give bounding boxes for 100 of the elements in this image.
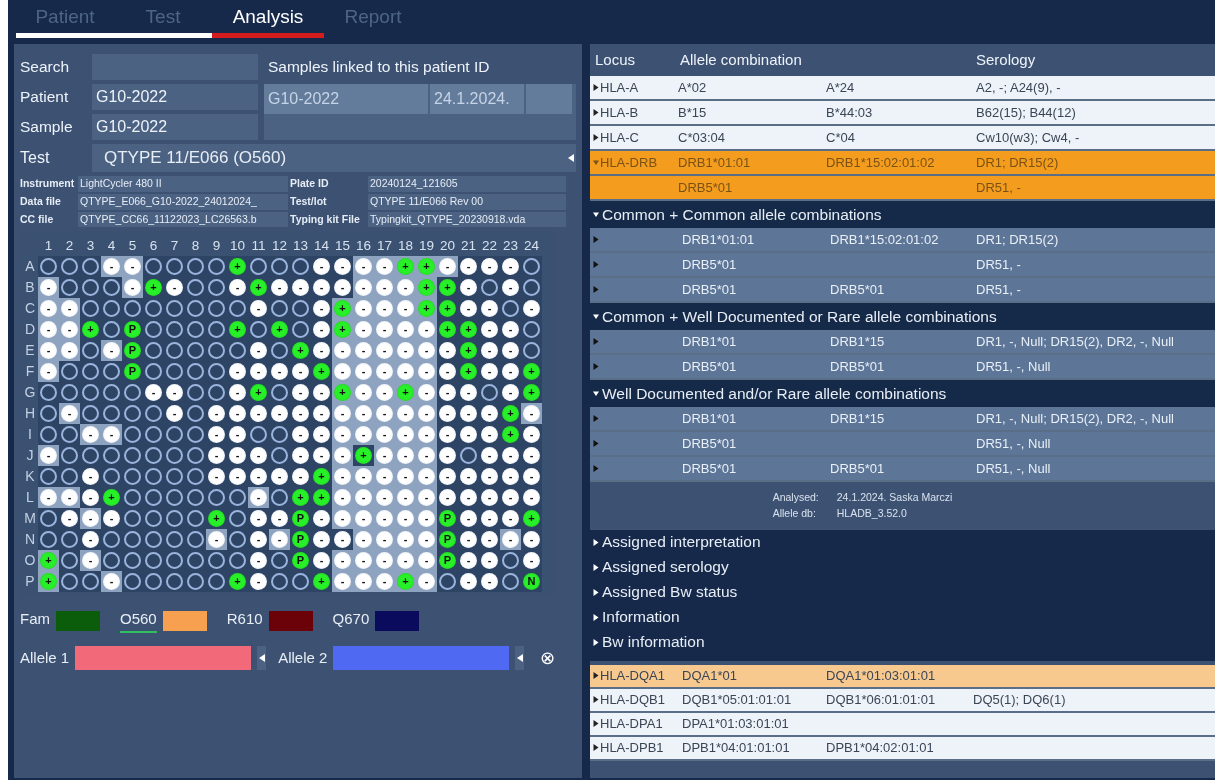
dye-label[interactable]: R610	[226, 608, 263, 633]
well[interactable]: -	[250, 300, 267, 318]
well[interactable]: +	[334, 300, 351, 318]
well[interactable]: -	[355, 489, 372, 507]
well[interactable]: -	[502, 363, 519, 381]
well[interactable]: -	[208, 531, 225, 549]
well[interactable]: -	[292, 468, 309, 486]
well[interactable]: -	[313, 258, 330, 276]
section-title[interactable]: Information	[602, 605, 680, 629]
caret-icon[interactable]	[516, 654, 523, 663]
well[interactable]: -	[502, 342, 519, 360]
well[interactable]: +	[250, 384, 267, 402]
well[interactable]: -	[334, 531, 351, 549]
well[interactable]: +	[145, 279, 162, 297]
well[interactable]: -	[229, 405, 246, 423]
table-row[interactable]: HLA-DPA1 DPA1*01:03:01:01	[590, 712, 1215, 737]
well[interactable]: -	[460, 258, 477, 276]
well[interactable]: -	[355, 426, 372, 444]
well[interactable]: -	[418, 426, 435, 444]
well[interactable]: +	[313, 573, 330, 591]
well[interactable]: -	[523, 489, 540, 507]
patient-field[interactable]: G10-2022	[92, 84, 258, 110]
well[interactable]: +	[418, 300, 435, 318]
table-row[interactable]: HLA-B B*15 B*44:03 B62(15); B44(12)	[590, 101, 1215, 126]
well[interactable]: -	[292, 426, 309, 444]
well[interactable]: -	[376, 552, 393, 570]
well[interactable]: -	[355, 300, 372, 318]
well[interactable]: -	[208, 468, 225, 486]
well[interactable]: -	[250, 510, 267, 528]
well[interactable]: +	[292, 489, 309, 507]
table-row[interactable]: HLA-A A*02 A*24 A2, -; A24(9), -	[590, 76, 1215, 101]
well[interactable]: -	[103, 510, 120, 528]
well[interactable]: P	[124, 363, 141, 381]
well[interactable]: +	[502, 426, 519, 444]
well[interactable]: -	[355, 342, 372, 360]
well[interactable]: +	[103, 489, 120, 507]
well[interactable]: -	[271, 531, 288, 549]
well[interactable]: -	[103, 258, 120, 276]
well[interactable]: +	[460, 321, 477, 339]
well[interactable]: -	[418, 468, 435, 486]
well[interactable]: -	[334, 573, 351, 591]
well[interactable]: +	[292, 342, 309, 360]
well[interactable]: -	[418, 510, 435, 528]
well[interactable]: -	[439, 363, 456, 381]
well[interactable]: -	[271, 279, 288, 297]
well[interactable]: -	[439, 405, 456, 423]
well[interactable]: -	[376, 258, 393, 276]
well[interactable]: -	[418, 321, 435, 339]
well[interactable]: -	[40, 300, 57, 318]
well[interactable]: -	[418, 489, 435, 507]
well[interactable]: -	[376, 510, 393, 528]
well[interactable]: -	[313, 510, 330, 528]
well[interactable]: -	[313, 552, 330, 570]
well[interactable]: -	[397, 321, 414, 339]
well[interactable]: -	[334, 489, 351, 507]
well[interactable]: P	[439, 552, 456, 570]
well[interactable]: -	[376, 300, 393, 318]
well[interactable]: -	[166, 405, 183, 423]
well[interactable]: -	[502, 489, 519, 507]
well[interactable]: -	[418, 363, 435, 381]
well[interactable]: -	[292, 279, 309, 297]
well[interactable]: -	[481, 510, 498, 528]
well[interactable]: -	[334, 510, 351, 528]
well[interactable]: -	[397, 552, 414, 570]
well[interactable]: -	[229, 426, 246, 444]
dye-label[interactable]: Q670	[332, 608, 370, 633]
well[interactable]: -	[229, 279, 246, 297]
well[interactable]: -	[82, 552, 99, 570]
well[interactable]: -	[397, 279, 414, 297]
well[interactable]: -	[418, 342, 435, 360]
collapsed-arrow-icon[interactable]	[593, 744, 599, 751]
well[interactable]: -	[355, 258, 372, 276]
table-row[interactable]: DRB5*01 DR51, -	[590, 253, 1215, 278]
well[interactable]: -	[523, 447, 540, 465]
well[interactable]: -	[481, 363, 498, 381]
well[interactable]: -	[481, 489, 498, 507]
table-row[interactable]: HLA-C C*03:04 C*04 Cw10(w3); Cw4, -	[590, 126, 1215, 151]
well[interactable]: -	[355, 468, 372, 486]
well[interactable]: -	[250, 447, 267, 465]
well[interactable]: +	[82, 321, 99, 339]
well[interactable]: -	[313, 426, 330, 444]
well[interactable]: -	[61, 489, 78, 507]
well[interactable]: -	[166, 384, 183, 402]
well[interactable]: -	[229, 468, 246, 486]
well[interactable]: -	[376, 384, 393, 402]
well[interactable]: P	[124, 342, 141, 360]
well[interactable]: -	[250, 552, 267, 570]
well[interactable]: -	[439, 447, 456, 465]
well[interactable]: -	[334, 552, 351, 570]
well[interactable]: -	[502, 321, 519, 339]
well[interactable]: +	[439, 300, 456, 318]
well[interactable]: -	[271, 405, 288, 423]
collapsed-arrow-icon[interactable]	[593, 109, 599, 116]
well[interactable]: -	[208, 426, 225, 444]
well[interactable]: -	[250, 468, 267, 486]
well[interactable]: -	[229, 447, 246, 465]
well[interactable]: -	[271, 510, 288, 528]
expanded-arrow-icon[interactable]	[593, 390, 599, 397]
well[interactable]: -	[82, 510, 99, 528]
well[interactable]: +	[40, 552, 57, 570]
